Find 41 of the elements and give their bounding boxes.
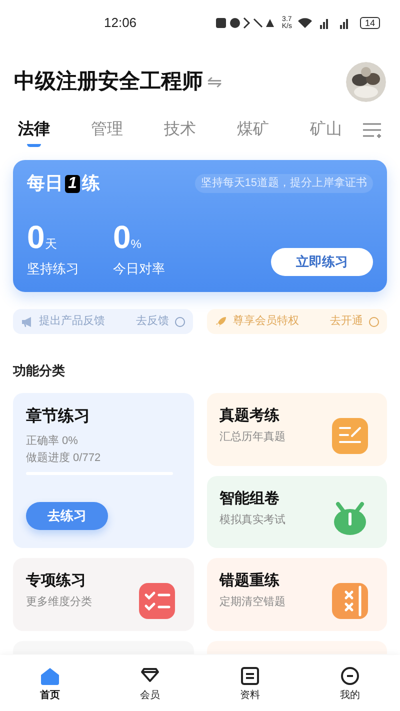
slogan: 坚持每天15道题，提分上岸拿证书 [194, 174, 373, 193]
page-title: 中级注册安全工程师 [14, 68, 203, 96]
card-subtitle: 汇总历年真题 [220, 430, 286, 445]
exam-icon [330, 416, 370, 456]
card-title: 真题考练 [220, 406, 280, 426]
category-tab[interactable]: 法律 [18, 118, 50, 147]
progress-text: 做题进度 0/772 [26, 450, 102, 466]
feature-card[interactable]: 错题重练 定期清空错题 [206, 558, 387, 630]
nav-tab[interactable]: 首页 [38, 664, 62, 702]
status-icons-drawing [216, 17, 276, 29]
status-time: 12:06 [104, 14, 137, 32]
stat-label: 坚持练习 [27, 260, 80, 278]
card-subtitle: 更多维度分类 [26, 594, 92, 610]
category-tab[interactable]: 技术 [164, 118, 196, 147]
card-title: 章节练习 [26, 406, 91, 426]
practice-now-button[interactable]: 立即练习 [271, 248, 373, 276]
megaphone-icon [21, 316, 33, 328]
stat-value: 0% [113, 222, 142, 256]
stat-label: 今日对率 [113, 260, 166, 278]
feature-card[interactable]: 专项练习 更多维度分类 [13, 558, 194, 630]
card-title: 专项练习 [26, 570, 87, 590]
card-subtitle: 模拟真实考试 [220, 512, 286, 528]
category-tab[interactable]: 管理 [91, 118, 123, 147]
nav-tab[interactable]: 资料 [238, 664, 262, 702]
stat-value: 0天 [27, 222, 58, 256]
daily-title: 每日 1 练 [27, 172, 100, 195]
accuracy-text: 正确率 0% [26, 434, 79, 448]
category-tab[interactable]: 煤矿 [237, 118, 269, 147]
chapter-practice-card[interactable]: 章节练习 正确率 0% 做题进度 0/772 去练习 [13, 392, 194, 548]
nav-tab[interactable]: 会员 [138, 664, 162, 702]
category-tab[interactable]: 矿山 [310, 118, 342, 147]
card-title: 智能组卷 [220, 488, 280, 508]
checklist-icon [136, 580, 176, 620]
nav-tab[interactable]: 我的 [338, 664, 362, 702]
card-title: 错题重练 [220, 570, 280, 590]
card-subtitle: 定期清空错题 [220, 594, 286, 610]
menu-icon[interactable] [362, 122, 382, 138]
feature-card[interactable]: 智能组卷 模拟真实考试 [206, 476, 387, 548]
section-title: 功能分类 [13, 362, 66, 380]
battery-indicator: 14 [360, 17, 380, 29]
feature-card[interactable]: 真题考练 汇总历年真题 [206, 392, 387, 466]
